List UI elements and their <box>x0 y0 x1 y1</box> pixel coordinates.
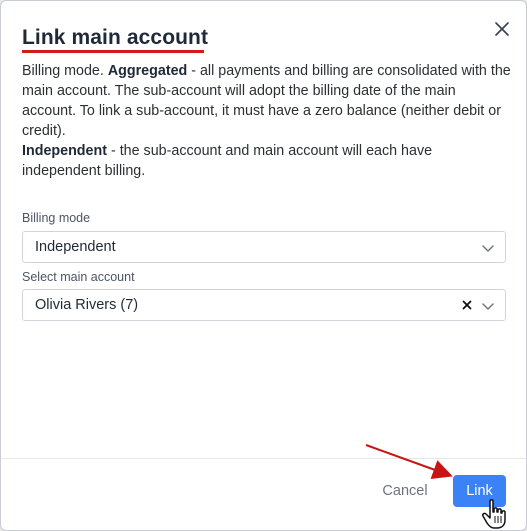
chevron-down-icon <box>482 245 494 252</box>
close-icon <box>495 22 509 36</box>
description-intro: Billing mode. <box>22 63 108 79</box>
dialog-description: Billing mode. Aggregated - all payments … <box>22 61 512 181</box>
main-account-label: Select main account <box>22 270 135 284</box>
dialog-title: Link main account <box>22 26 209 49</box>
billing-mode-label: Billing mode <box>22 211 91 225</box>
main-account-select[interactable]: Olivia Rivers (7) <box>22 289 506 321</box>
chevron-down-icon <box>482 303 494 310</box>
annotation-arrow-icon <box>365 444 453 479</box>
close-button[interactable] <box>491 18 513 40</box>
independent-label: Independent <box>22 143 107 159</box>
main-account-value: Olivia Rivers (7) <box>35 297 139 313</box>
billing-mode-value: Independent <box>35 239 116 255</box>
billing-mode-select[interactable]: Independent <box>22 231 506 263</box>
clear-icon[interactable] <box>460 298 474 312</box>
hand-pointer-icon <box>482 499 506 529</box>
aggregated-label: Aggregated <box>107 63 188 79</box>
link-main-account-dialog: Link main account Billing mode. Aggregat… <box>0 0 527 531</box>
title-underline-annotation <box>22 50 204 53</box>
